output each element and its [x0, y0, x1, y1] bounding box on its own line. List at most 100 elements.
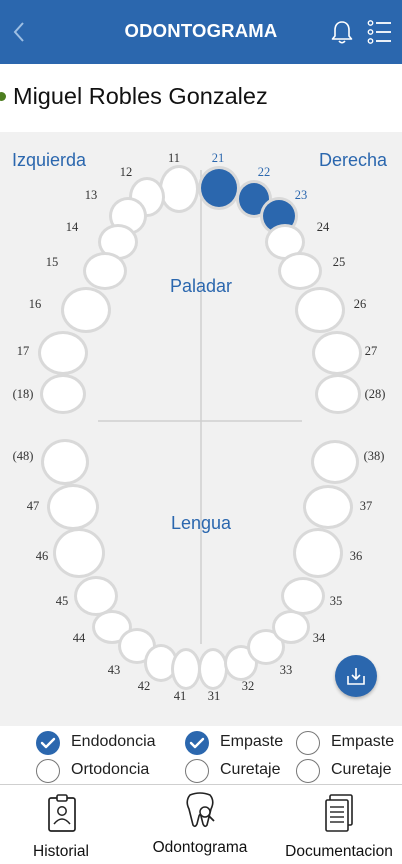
tooth-28[interactable]: (28): [315, 374, 385, 414]
tooth-number-label: (18): [13, 387, 34, 401]
tooth-38[interactable]: (38): [311, 440, 384, 484]
tooth-35[interactable]: 35: [281, 577, 342, 615]
tooth-crown: [174, 651, 198, 687]
tooth-number-label: 22: [258, 165, 271, 179]
documents-icon: [325, 794, 353, 832]
tooth-number-label: 31: [208, 689, 221, 703]
palate-label: Paladar: [169, 276, 233, 296]
tooth-crown: [315, 334, 359, 372]
download-button[interactable]: [335, 655, 377, 697]
tooth-number-label: 37: [360, 499, 373, 513]
notifications-button[interactable]: [328, 18, 356, 46]
tooth-icon: [186, 792, 215, 828]
bottom-nav: Historial Odontograma Documentacion: [0, 784, 402, 864]
tooth-number-label: 41: [174, 689, 187, 703]
status-dot: [0, 92, 6, 101]
nav-label: Historial: [33, 843, 89, 860]
tooth-46[interactable]: 46: [36, 528, 105, 578]
tooth-number-label: 25: [333, 255, 346, 269]
tooth-number-label: 16: [29, 297, 42, 311]
odontogram-chart: 11 12 13 14 15 16 17 (18) 21 22 23 24 25 26 27 (28) (48)…: [0, 132, 402, 726]
option-radio[interactable]: [36, 731, 60, 755]
tooth-18[interactable]: (18): [13, 374, 86, 414]
tooth-number-label: 42: [138, 679, 151, 693]
tooth-number-label: 46: [36, 549, 49, 563]
app-header: ODONTOGRAMA: [0, 0, 402, 64]
tooth-number-label: 13: [85, 188, 98, 202]
option-label: Curetaje: [331, 761, 392, 778]
option-radio[interactable]: [185, 731, 209, 755]
tooth-number-label: 43: [108, 663, 121, 677]
tooth-number-label: 36: [350, 549, 363, 563]
tooth-number-label: 24: [317, 220, 330, 234]
tooth-crown: [162, 168, 196, 210]
tooth-48[interactable]: (48): [13, 439, 89, 485]
tooth-number-label: (38): [364, 449, 385, 463]
tooth-17[interactable]: 17: [17, 331, 88, 375]
tooth-number-label: 23: [295, 188, 308, 202]
tooth-crown: [296, 531, 340, 575]
nav-odontograma[interactable]: Odontograma: [130, 785, 270, 864]
tooth-number-label: 47: [27, 499, 40, 513]
tooth-crown: [41, 334, 85, 372]
tooth-number-label: 21: [212, 151, 225, 165]
tooth-34[interactable]: 34: [272, 610, 326, 645]
tooth-crown: [147, 647, 175, 679]
clipboard-user-icon: [48, 794, 76, 832]
tooth-number-label: 34: [313, 631, 326, 645]
option-label: Endodoncia: [71, 733, 156, 750]
patient-bar: Miguel Robles Gonzalez: [0, 64, 402, 132]
tongue-label: Lengua: [170, 513, 232, 533]
tooth-number-label: (28): [365, 387, 386, 401]
nav-label: Documentacion: [285, 843, 393, 860]
option-radio[interactable]: [185, 759, 209, 783]
teeth-diagram: 11 12 13 14 15 16 17 (18) 21 22 23 24 25 26 27 (28) (48)…: [13, 151, 386, 703]
tooth-number-label: 14: [66, 220, 79, 234]
option-radio[interactable]: [296, 731, 320, 755]
tooth-crown: [284, 580, 322, 612]
tooth-crown: [318, 377, 358, 411]
tooth-crown: [44, 442, 86, 482]
option-label: Empaste: [331, 733, 395, 750]
nav-label: Odontograma: [152, 839, 248, 856]
download-tray-icon: [347, 668, 365, 685]
tooth-crown: [275, 613, 307, 641]
tooth-number-label: 17: [17, 344, 30, 358]
tooth-crown: [77, 579, 115, 613]
tooth-41[interactable]: 41: [171, 648, 201, 703]
option-radio[interactable]: [296, 759, 320, 783]
tooth-number-label: 11: [168, 151, 180, 165]
tooth-number-label: 26: [354, 297, 367, 311]
tooth-number-label: 12: [120, 165, 133, 179]
tooth-crown: [56, 531, 102, 575]
option-label: Curetaje: [220, 761, 281, 778]
left-side-label: Izquierda: [12, 150, 87, 170]
patient-name: Miguel Robles Gonzalez: [13, 83, 268, 109]
option-label: Empaste: [220, 733, 284, 750]
tooth-11[interactable]: 11: [159, 151, 199, 213]
tooth-36[interactable]: 36: [293, 528, 362, 578]
right-side-label: Derecha: [318, 150, 387, 170]
tooth-21[interactable]: 21: [198, 151, 240, 210]
bell-icon: [331, 21, 353, 44]
tooth-27[interactable]: 27: [312, 331, 377, 375]
option-radio[interactable]: [36, 759, 60, 783]
tooth-number-label: 45: [56, 594, 69, 608]
tooth-number-label: 32: [242, 679, 255, 693]
check-icon: [40, 737, 56, 749]
tooth-45[interactable]: 45: [56, 576, 118, 616]
tooth-crown: [201, 651, 225, 687]
tooth-number-label: 33: [280, 663, 293, 677]
tooth-crown: [43, 377, 83, 411]
tooth-number-label: 35: [330, 594, 343, 608]
nav-documentacion[interactable]: Documentacion: [276, 785, 402, 864]
tooth-crown: [201, 169, 237, 207]
nav-historial[interactable]: Historial: [0, 785, 122, 864]
tooth-number-label: 27: [365, 344, 378, 358]
menu-button[interactable]: [366, 18, 394, 46]
tooth-31[interactable]: 31: [198, 648, 228, 703]
tooth-number-label: 15: [46, 255, 59, 269]
tooth-number-label: (48): [13, 449, 34, 463]
option-label: Ortodoncia: [71, 761, 150, 778]
list-menu-icon: [367, 20, 391, 44]
